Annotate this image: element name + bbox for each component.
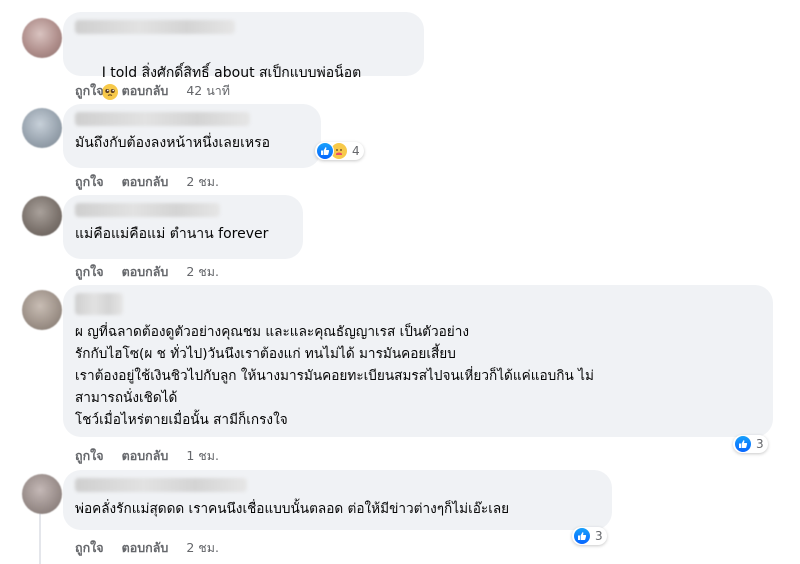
- like-link[interactable]: ถูกใจ: [75, 538, 104, 558]
- comment-bubble: พ่อคลั่งรักแม่สุดดด เราคนนึงเชื่อแบบนั้น…: [63, 470, 612, 530]
- author-name-blurred[interactable]: [75, 203, 220, 217]
- comment-text: แม่คือแม่คือแม่ ตำนาน forever: [75, 226, 269, 242]
- reaction-count: 3: [595, 529, 603, 543]
- like-link[interactable]: ถูกใจ: [75, 172, 104, 192]
- author-name-blurred[interactable]: [75, 112, 250, 126]
- reaction-count: 3: [756, 437, 764, 451]
- comment-time[interactable]: 1 ชม.: [186, 446, 219, 466]
- comment-time[interactable]: 2 ชม.: [186, 538, 219, 558]
- like-reaction-icon: [573, 527, 591, 545]
- like-link[interactable]: ถูกใจ: [75, 81, 104, 101]
- thread-line: [39, 510, 41, 564]
- avatar[interactable]: [22, 108, 62, 148]
- reply-link[interactable]: ตอบกลับ: [122, 172, 169, 192]
- reply-link[interactable]: ตอบกลับ: [122, 446, 169, 466]
- comment-time[interactable]: 2 ชม.: [186, 262, 219, 282]
- reaction-summary[interactable]: 3: [572, 527, 607, 545]
- comment-actions: ถูกใจ ตอบกลับ 2 ชม.: [75, 172, 219, 192]
- comment-actions: ถูกใจ ตอบกลับ 1 ชม.: [75, 446, 219, 466]
- comment-time[interactable]: 2 ชม.: [186, 172, 219, 192]
- reaction-count: 4: [352, 144, 360, 158]
- comment-actions: ถูกใจ ตอบกลับ 2 ชม.: [75, 262, 219, 282]
- comment-bubble: I told สิ่งศักดิ์สิทธิ์ about สเป็กแบบพ่…: [63, 12, 424, 100]
- like-link[interactable]: ถูกใจ: [75, 446, 104, 466]
- comment-bubble: แม่คือแม่คือแม่ ตำนาน forever: [63, 195, 303, 259]
- reaction-summary[interactable]: 4: [315, 142, 364, 160]
- comment-bubble: ผ ญที่ฉลาดต้องดูตัวอย่างคุณชม และและคุณธ…: [63, 285, 773, 437]
- author-name-blurred[interactable]: [75, 20, 235, 34]
- comment-text: มันถึงกับต้องลงหน้าหนึ่งเลยเหรอ: [75, 135, 271, 151]
- reply-link[interactable]: ตอบกลับ: [122, 538, 169, 558]
- comment-time[interactable]: 42 นาที: [186, 81, 230, 101]
- comment-bubble: มันถึงกับต้องลงหน้าหนึ่งเลยเหรอ: [63, 104, 321, 168]
- like-link[interactable]: ถูกใจ: [75, 262, 104, 282]
- reply-link[interactable]: ตอบกลับ: [122, 262, 169, 282]
- avatar[interactable]: [22, 474, 62, 514]
- author-name-blurred[interactable]: [75, 293, 123, 315]
- comment-text: ผ ญที่ฉลาดต้องดูตัวอย่างคุณชม และและคุณธ…: [75, 324, 594, 428]
- comment-actions: ถูกใจ ตอบกลับ 42 นาที: [75, 81, 230, 101]
- like-reaction-icon: [316, 142, 334, 160]
- avatar[interactable]: [22, 290, 62, 330]
- comment-text: I told สิ่งศักดิ์สิทธิ์ about สเป็กแบบพ่…: [101, 65, 362, 81]
- avatar[interactable]: [22, 18, 62, 58]
- reply-link[interactable]: ตอบกลับ: [122, 81, 169, 101]
- comment-actions: ถูกใจ ตอบกลับ 2 ชม.: [75, 538, 219, 558]
- avatar[interactable]: [22, 196, 62, 236]
- comment-text: พ่อคลั่งรักแม่สุดดด เราคนนึงเชื่อแบบนั้น…: [75, 501, 510, 517]
- reaction-summary[interactable]: 3: [733, 435, 768, 453]
- author-name-blurred[interactable]: [75, 478, 247, 492]
- like-reaction-icon: [734, 435, 752, 453]
